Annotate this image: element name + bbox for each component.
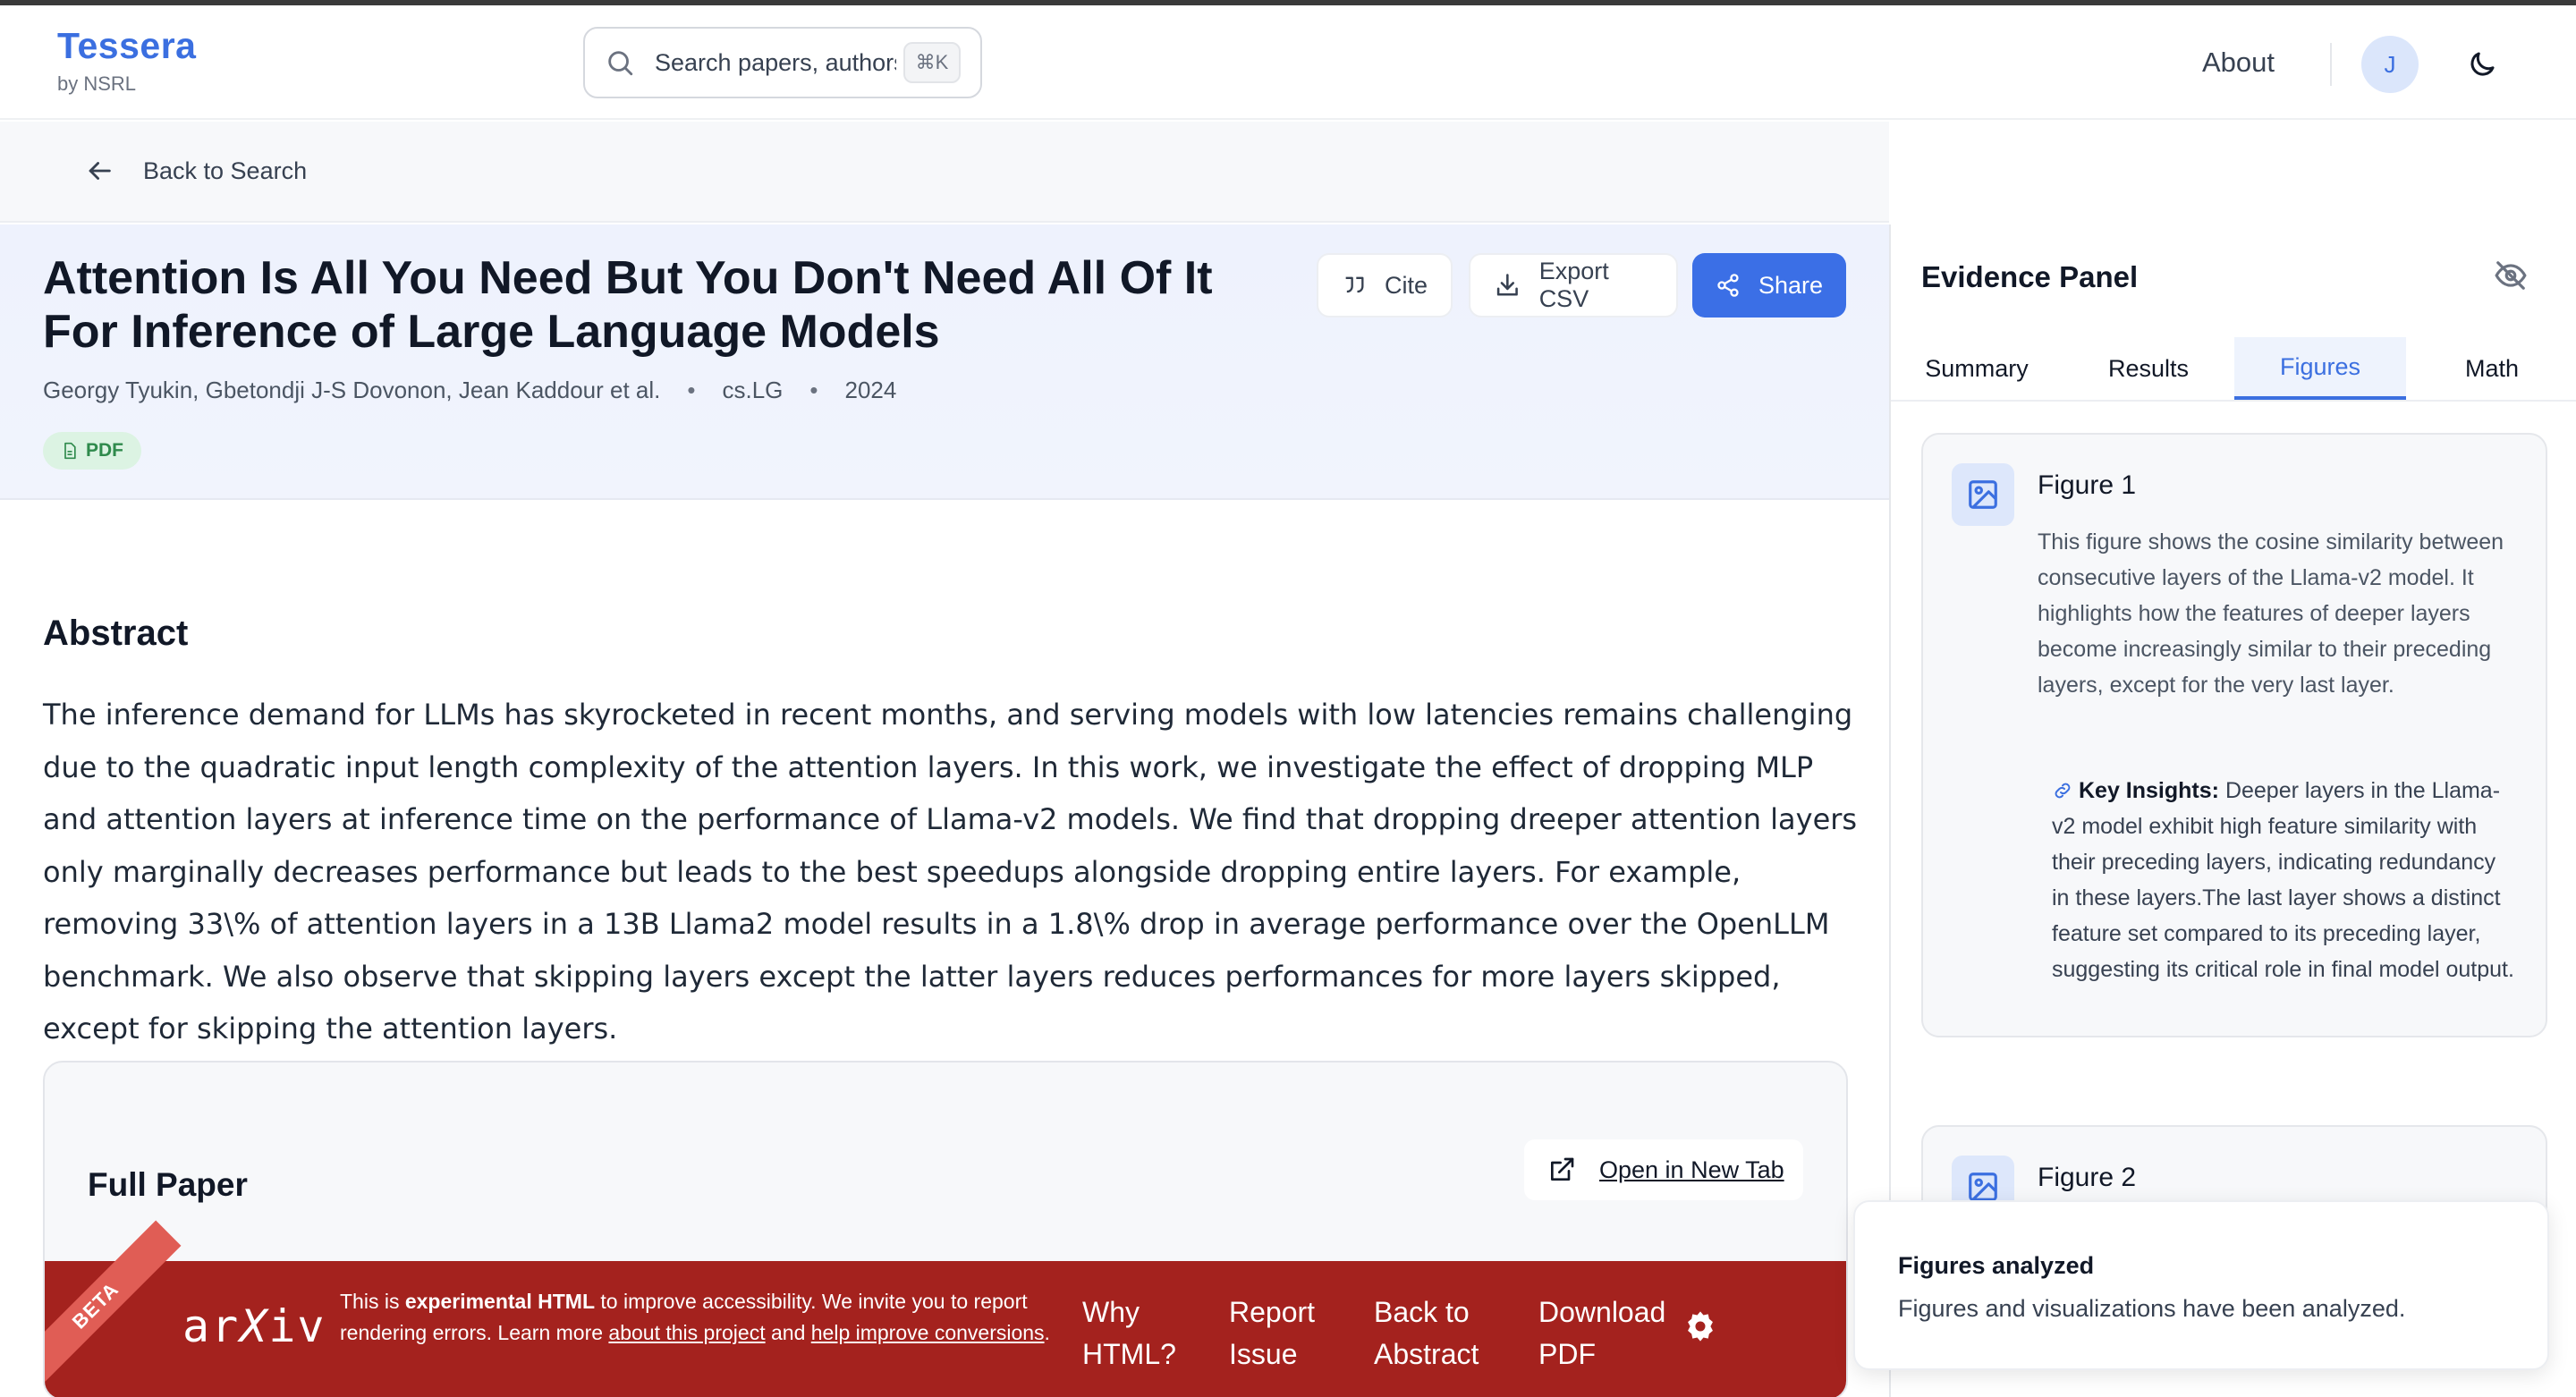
tab-summary[interactable]: Summary <box>1891 337 2063 400</box>
tab-figures[interactable]: Figures <box>2234 337 2406 400</box>
moon-icon[interactable] <box>2466 48 2498 80</box>
share-button[interactable]: Share <box>1692 253 1846 318</box>
paper-meta: Georgy Tyukin, Gbetondji J-S Dovonon, Je… <box>43 377 896 404</box>
notice-bold: experimental HTML <box>404 1290 595 1313</box>
help-improve-link[interactable]: help improve conversions <box>811 1321 1045 1344</box>
tab-results[interactable]: Results <box>2063 337 2234 400</box>
avatar[interactable]: J <box>2361 36 2419 93</box>
full-paper-card: Full Paper Open in New Tab BETA arXiv Th… <box>43 1061 1848 1397</box>
eye-off-icon[interactable] <box>2494 258 2528 292</box>
file-icon <box>64 442 76 460</box>
external-link-icon <box>1551 1157 1574 1181</box>
beta-ribbon: BETA <box>45 1220 182 1392</box>
abstract-heading: Abstract <box>43 614 189 653</box>
search-shortcut: ⌘K <box>903 42 961 83</box>
why-html-link[interactable]: Why HTML? <box>1082 1291 1181 1376</box>
paper-year: 2024 <box>844 377 897 403</box>
pdf-badge-label: PDF <box>86 440 123 461</box>
export-csv-button[interactable]: Export CSV <box>1469 253 1678 318</box>
back-bar: Back to Search <box>0 122 1889 223</box>
app-header: Tessera by NSRL Search papers, authors..… <box>0 5 2576 120</box>
download-pdf-link[interactable]: Download PDF <box>1538 1291 1673 1376</box>
figure-badge <box>1952 463 2014 526</box>
toast-message: Figures and visualizations have been ana… <box>1898 1295 2406 1322</box>
notice-text: . <box>1044 1321 1050 1344</box>
arxiv-banner: BETA arXiv This is experimental HTML to … <box>45 1220 1846 1397</box>
insight-text: Deeper layers in the Llama-v2 model exhi… <box>2052 778 2514 982</box>
paper-title: Attention Is All You Need But You Don't … <box>43 252 1213 358</box>
evidence-tabs: Summary Results Figures Math <box>1891 337 2576 402</box>
open-in-new-tab-button[interactable]: Open in New Tab <box>1524 1139 1803 1200</box>
meta-separator: • <box>687 377 696 403</box>
evidence-panel-title: Evidence Panel <box>1921 260 2139 293</box>
arxiv-notice: This is experimental HTML to improve acc… <box>340 1286 1055 1349</box>
share-icon <box>1717 274 1739 297</box>
image-icon <box>1969 480 1997 509</box>
notice-text: This is <box>340 1290 405 1313</box>
report-issue-link[interactable]: Report Issue <box>1229 1291 1327 1376</box>
full-paper-heading: Full Paper <box>88 1166 248 1203</box>
brand-name[interactable]: Tessera <box>57 25 196 67</box>
pdf-badge[interactable]: PDF <box>43 432 141 470</box>
open-in-new-tab-label: Open in New Tab <box>1599 1156 1784 1183</box>
figure-card: Figure 1 This figure shows the cosine si… <box>1921 433 2547 1037</box>
search-input[interactable]: Search papers, authors... <box>655 49 896 77</box>
brand[interactable]: Tessera by NSRL <box>57 25 196 96</box>
paper-category: cs.LG <box>722 377 784 403</box>
toast-title: Figures analyzed <box>1898 1252 2095 1279</box>
arxiv-logo[interactable]: arXiv <box>182 1300 326 1352</box>
figure-description: This figure shows the cosine similarity … <box>2038 529 2504 698</box>
toast-notification[interactable]: Figures analyzed Figures and visualizati… <box>1853 1200 2549 1370</box>
back-to-abstract-link[interactable]: Back to Abstract <box>1374 1291 1499 1376</box>
cite-button[interactable]: Cite <box>1317 253 1453 318</box>
gear-icon[interactable] <box>1683 1309 1717 1343</box>
download-icon <box>1496 274 1518 296</box>
figure-name: Figure 2 <box>2038 1163 2137 1192</box>
cite-label: Cite <box>1384 271 1428 299</box>
tab-math[interactable]: Math <box>2406 337 2576 400</box>
abstract-text: The inference demand for LLMs has skyroc… <box>43 698 1858 1046</box>
meta-separator: • <box>809 377 818 403</box>
paper-authors: Georgy Tyukin, Gbetondji J-S Dovonon, Je… <box>43 377 661 403</box>
search-box[interactable]: Search papers, authors... ⌘K <box>583 27 982 98</box>
about-project-link[interactable]: about this project <box>608 1321 765 1344</box>
figure-name: Figure 1 <box>2038 470 2137 500</box>
quote-icon <box>1345 276 1364 293</box>
notice-text: and <box>765 1321 811 1344</box>
insight-label: Key Insights: <box>2079 778 2219 803</box>
paper-header: Attention Is All You Need But You Don't … <box>0 224 1889 500</box>
image-icon <box>1969 1173 1997 1201</box>
header-divider <box>2330 43 2332 86</box>
figure-insight: Key Insights: Deeper layers in the Llama… <box>2052 773 2517 987</box>
brand-sub: by NSRL <box>57 72 137 95</box>
arrow-left-icon[interactable] <box>84 156 114 186</box>
link-icon <box>2055 783 2071 799</box>
about-link[interactable]: About <box>2202 47 2275 79</box>
search-icon <box>608 51 633 76</box>
export-label: Export CSV <box>1538 258 1609 312</box>
back-to-search-link[interactable]: Back to Search <box>143 157 307 185</box>
share-label: Share <box>1758 271 1823 299</box>
